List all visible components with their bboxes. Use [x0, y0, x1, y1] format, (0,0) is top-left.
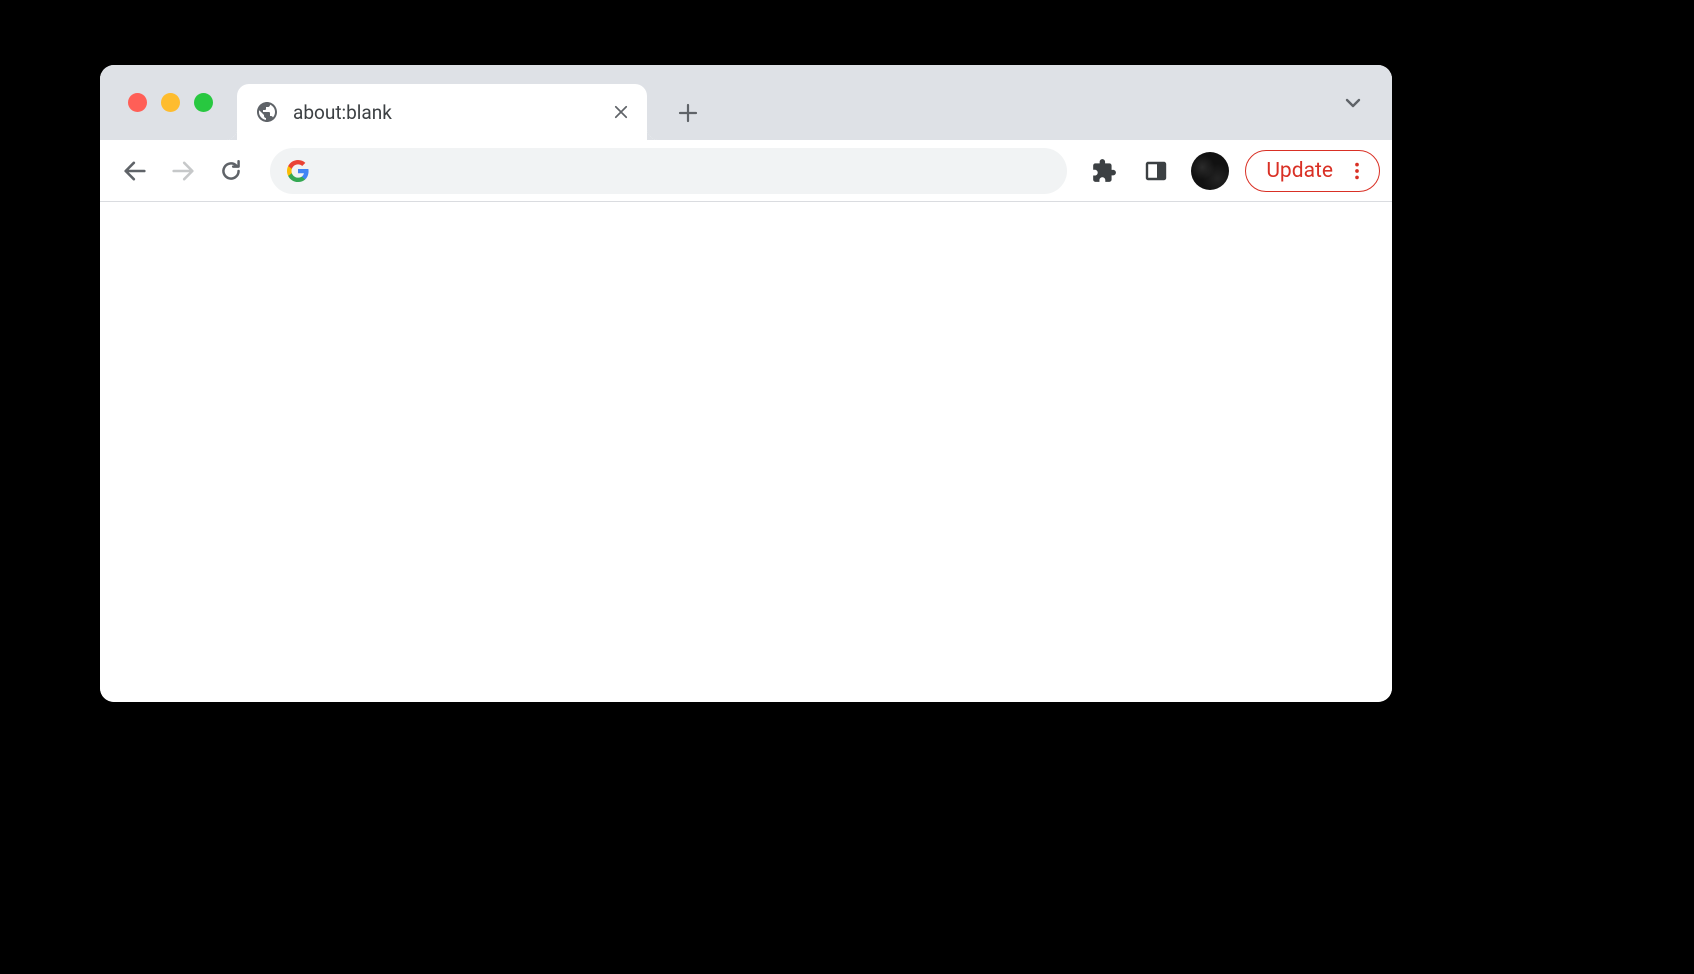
update-label: Update: [1266, 159, 1333, 183]
toolbar: Update: [100, 140, 1392, 202]
plus-icon: [676, 101, 700, 125]
close-icon: [612, 103, 630, 121]
profile-avatar[interactable]: [1191, 152, 1229, 190]
close-window-button[interactable]: [128, 93, 147, 112]
back-button[interactable]: [112, 148, 158, 194]
address-input[interactable]: [326, 160, 1051, 182]
browser-tab[interactable]: about:blank: [237, 84, 647, 140]
window-controls: [100, 93, 213, 112]
tab-search-button[interactable]: [1332, 82, 1374, 124]
browser-window: about:blank: [100, 65, 1392, 702]
reload-icon: [218, 158, 244, 184]
globe-icon: [255, 100, 279, 124]
maximize-window-button[interactable]: [194, 93, 213, 112]
puzzle-piece-icon: [1091, 158, 1117, 184]
tab-strip: about:blank: [100, 65, 1392, 140]
browser-menu-button[interactable]: [1343, 157, 1371, 185]
forward-button[interactable]: [160, 148, 206, 194]
address-bar[interactable]: [270, 148, 1067, 194]
toolbar-actions: Update: [1083, 150, 1380, 192]
minimize-window-button[interactable]: [161, 93, 180, 112]
arrow-left-icon: [121, 157, 149, 185]
tab-strip-actions: [1332, 82, 1392, 124]
close-tab-button[interactable]: [611, 102, 631, 122]
extensions-button[interactable]: [1083, 150, 1125, 192]
reload-button[interactable]: [208, 148, 254, 194]
arrow-right-icon: [169, 157, 197, 185]
new-tab-button[interactable]: [667, 92, 709, 134]
side-panel-icon: [1144, 159, 1168, 183]
tab-title: about:blank: [293, 101, 611, 124]
update-button[interactable]: Update: [1245, 150, 1380, 192]
chevron-down-icon: [1341, 91, 1365, 115]
side-panel-button[interactable]: [1135, 150, 1177, 192]
vertical-dots-icon: [1346, 160, 1368, 182]
tabs-area: about:blank: [237, 65, 1332, 140]
page-viewport: [100, 202, 1392, 702]
google-icon: [286, 159, 310, 183]
